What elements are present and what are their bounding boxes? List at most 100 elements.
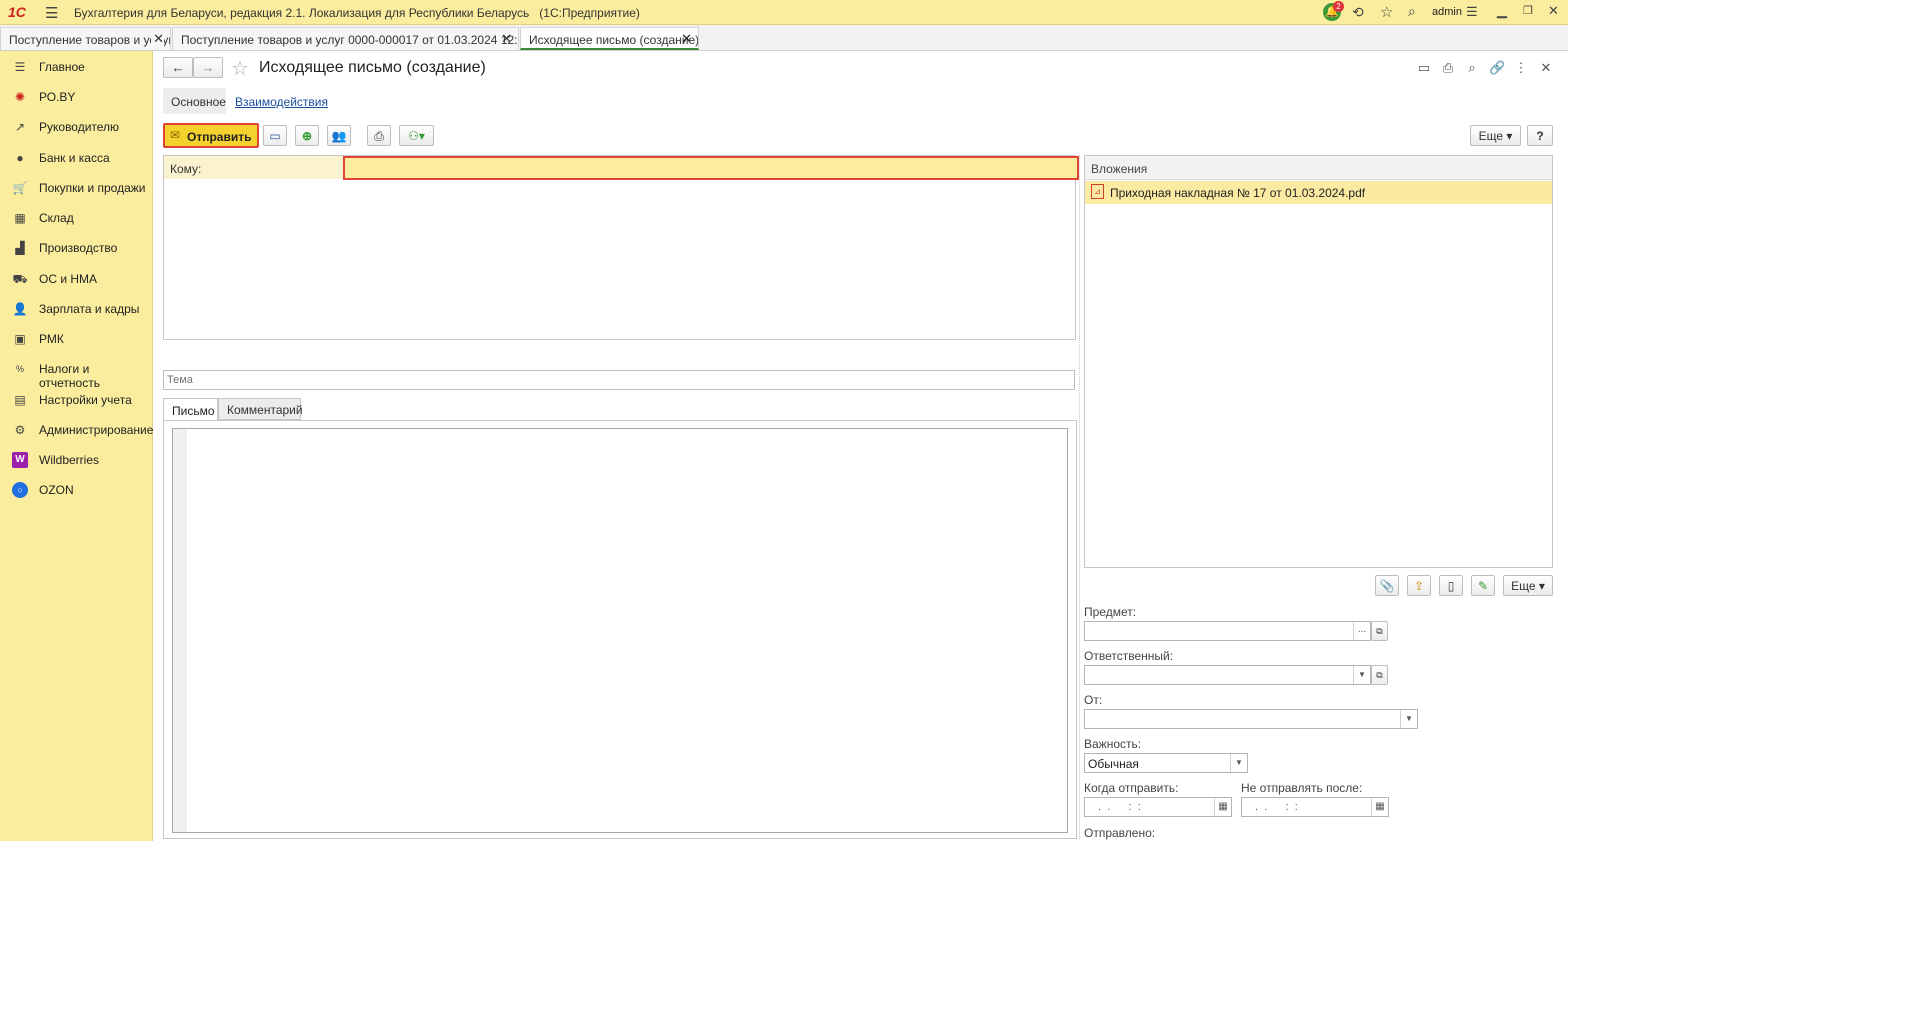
more-vertical-icon[interactable]: ⋮ <box>1513 60 1529 76</box>
new-file-button[interactable]: ▯ <box>1439 575 1463 596</box>
restore-icon[interactable]: ❐ <box>1523 4 1533 17</box>
sidebar-item-purchases-sales[interactable]: 🛒 Покупки и продажи <box>0 173 153 203</box>
close-window-icon[interactable]: ✕ <box>1548 3 1559 19</box>
sidebar-item-wildberries[interactable]: W Wildberries <box>0 445 153 475</box>
sidebar-item-ro-by[interactable]: ✺ РО.BY <box>0 82 153 112</box>
open-subject-button[interactable]: ⧉ <box>1371 621 1388 641</box>
sidebar-item-rmk[interactable]: ▣ РМК <box>0 324 153 354</box>
sidebar-item-accounting-settings[interactable]: ▤ Настройки учета <box>0 385 153 415</box>
search-icon[interactable]: ⌕ <box>1408 3 1416 20</box>
add-from-storage-button[interactable]: ⇪ <box>1407 575 1431 596</box>
chevron-down-icon[interactable]: ▼ <box>1230 754 1247 772</box>
favorite-star-icon[interactable]: ☆ <box>231 56 249 81</box>
settings-book-icon: ▤ <box>14 393 26 407</box>
subject-object-field[interactable]: ... <box>1084 621 1371 641</box>
save-form-icon[interactable]: ▭ <box>1416 60 1432 76</box>
letter-body-editor[interactable] <box>172 428 1068 833</box>
close-icon[interactable]: ✕ <box>151 31 164 47</box>
help-button[interactable]: ? <box>1527 125 1553 146</box>
ro-by-icon: ✺ <box>14 90 26 104</box>
tab-outgoing-letter[interactable]: Исходящее письмо (создание) ✕ <box>520 27 699 50</box>
preview-icon[interactable]: ⌕ <box>1464 60 1480 76</box>
tab-receipt-document[interactable]: Поступление товаров и услуг 0000-000017 … <box>172 27 519 50</box>
truck-icon: ⛟ <box>12 272 28 286</box>
save-button[interactable]: ▭ <box>263 125 287 146</box>
close-icon[interactable]: ✕ <box>501 31 512 47</box>
subject-label: Предмет: <box>1084 605 1137 619</box>
attachment-row[interactable]: ⊿ Приходная накладная № 17 от 01.03.2024… <box>1085 181 1552 204</box>
calendar-icon[interactable]: ▦ <box>1214 798 1231 816</box>
importance-select[interactable]: Обычная ▼ <box>1084 753 1248 773</box>
edit-file-button[interactable]: ✎ <box>1471 575 1495 596</box>
send-when-date-field[interactable]: . . : : ▦ <box>1084 797 1232 817</box>
editor-gutter <box>173 429 187 832</box>
responsible-label: Ответственный: <box>1084 649 1174 663</box>
pdf-file-icon: ⊿ <box>1091 184 1104 199</box>
sidebar-item-fixed-assets[interactable]: ⛟ ОС и НМА <box>0 264 153 294</box>
sidebar-item-administration[interactable]: ⚙ Администрирование <box>0 415 154 445</box>
warehouse-icon: ▦ <box>14 211 26 225</box>
main-menu-icon[interactable]: ☰ <box>45 4 58 22</box>
select-button[interactable]: ... <box>1353 622 1370 640</box>
sidebar-item-manager[interactable]: ↗ Руководителю <box>0 112 153 142</box>
user-name[interactable]: admin <box>1432 6 1462 18</box>
calendar-icon[interactable]: ▦ <box>1371 798 1388 816</box>
print-icon[interactable]: ⎙ <box>1440 60 1456 76</box>
minimize-icon[interactable]: ▁ <box>1497 3 1507 19</box>
ozon-icon: ○ <box>12 482 28 498</box>
to-label: Кому: <box>170 162 202 176</box>
responsible-field[interactable]: ▼ <box>1084 665 1371 685</box>
settings-menu-icon[interactable]: ☰ <box>1466 4 1478 20</box>
factory-icon: ▟ <box>15 241 25 255</box>
tab-receipts-list[interactable]: Поступление товаров и услуг ✕ <box>0 27 171 50</box>
app-logo[interactable]: 1С <box>8 4 26 20</box>
top-bar: 1С ☰ Бухгалтерия для Беларуси, редакция … <box>0 0 1568 25</box>
coin-icon: ● <box>16 151 24 165</box>
open-responsible-button[interactable]: ⧉ <box>1371 665 1388 685</box>
sidebar-item-main[interactable]: ☰ Главное <box>0 52 153 82</box>
from-account-field[interactable]: ▼ <box>1084 709 1418 729</box>
sidebar-item-taxes[interactable]: % Налоги и отчетность <box>0 354 153 390</box>
address-book-button[interactable]: 👥 <box>327 125 351 146</box>
create-based-on-button[interactable]: ⚇▾ <box>399 125 434 146</box>
cash-register-icon: ▣ <box>14 332 26 346</box>
sidebar-item-ozon[interactable]: ○ OZON <box>0 475 153 505</box>
sidebar-item-production[interactable]: ▟ Производство <box>0 233 153 263</box>
print-button[interactable]: ⎙ <box>367 125 391 146</box>
link-icon[interactable]: 🔗 <box>1489 60 1505 76</box>
chevron-down-icon[interactable]: ▼ <box>1400 710 1417 728</box>
form-title: Исходящее письмо (создание) <box>259 59 486 76</box>
tax-icon: % <box>15 364 24 374</box>
back-button[interactable]: ← <box>163 57 193 78</box>
close-form-icon[interactable]: ✕ <box>1538 60 1554 76</box>
attachments-header: Вложения <box>1085 156 1552 180</box>
recipient-address-input[interactable] <box>343 156 1079 180</box>
attachments-more-button[interactable]: Еще ▾ <box>1503 575 1553 596</box>
subtab-interactions-link[interactable]: Взаимодействия <box>235 95 328 109</box>
tab-label: Исходящее письмо (создание) <box>529 33 699 47</box>
history-icon[interactable]: ⟲ <box>1352 4 1364 21</box>
attachments-panel: Вложения ⊿ Приходная накладная № 17 от 0… <box>1084 155 1553 568</box>
not-after-date-field[interactable]: . . : : ▦ <box>1241 797 1389 817</box>
recipients-table: Кому: <box>163 155 1079 340</box>
sidebar-item-warehouse[interactable]: ▦ Склад <box>0 203 153 233</box>
attachment-name: Приходная накладная № 17 от 01.03.2024.p… <box>1110 186 1366 200</box>
close-icon[interactable]: ✕ <box>681 31 692 47</box>
tab-comment[interactable]: Комментарий <box>218 398 303 420</box>
sidebar-item-salary[interactable]: 👤 Зарплата и кадры <box>0 294 153 324</box>
send-button[interactable]: ✉ Отправить <box>163 123 259 148</box>
add-button[interactable]: ⊕ <box>295 125 319 146</box>
star-icon[interactable]: ☆ <box>1380 3 1393 21</box>
chevron-down-icon[interactable]: ▼ <box>1353 666 1370 684</box>
subject-input[interactable] <box>163 370 1075 390</box>
person-icon: 👤 <box>12 302 28 316</box>
forward-button[interactable]: → <box>193 57 223 78</box>
subtab-main[interactable]: Основное <box>163 88 226 114</box>
attach-file-button[interactable]: 📎 <box>1375 575 1399 596</box>
sidebar-item-bank[interactable]: ● Банк и касса <box>0 143 153 173</box>
panel-splitter[interactable] <box>1079 155 1080 839</box>
sidebar: ☰ Главное ✺ РО.BY ↗ Руководителю ● Банк и ка… <box>0 51 153 841</box>
cart-icon: 🛒 <box>12 181 28 195</box>
more-button[interactable]: Еще ▾ <box>1470 125 1521 146</box>
tab-letter[interactable]: Письмо <box>163 398 218 421</box>
